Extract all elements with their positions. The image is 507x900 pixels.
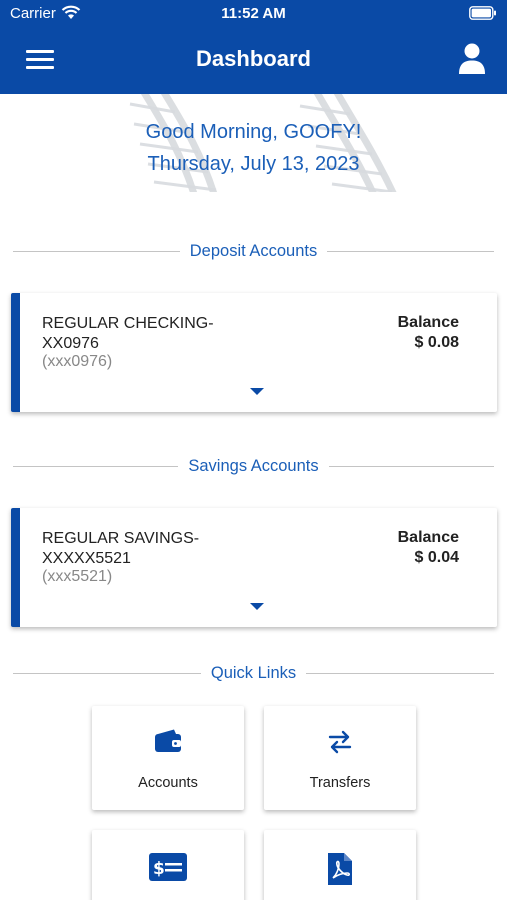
app-header: Carrier 11:52 AM Dashboard <box>0 0 507 94</box>
account-name: REGULAR CHECKING- XX0976 <box>42 315 214 352</box>
greeting-banner: Good Morning, GOOFY! Thursday, July 13, … <box>0 94 507 192</box>
battery-icon <box>469 6 496 20</box>
expand-caret-icon[interactable] <box>245 598 269 614</box>
tile-label: Accounts <box>138 775 198 791</box>
savings-accounts-heading: Savings Accounts <box>13 456 494 476</box>
balance-label: Balance <box>397 314 459 331</box>
greeting-date: Thursday, July 13, 2023 <box>147 153 360 175</box>
quick-link-checks[interactable]: $ <box>92 830 244 900</box>
savings-account-card[interactable]: REGULAR SAVINGS- XXXXX5521 (xxx5521) Bal… <box>11 508 497 627</box>
balance-value: $ 0.04 <box>414 549 459 566</box>
section-title: Deposit Accounts <box>179 241 328 261</box>
status-time: 11:52 AM <box>221 5 286 22</box>
expand-caret-icon[interactable] <box>245 383 269 399</box>
greeting-message: Good Morning, GOOFY! <box>145 121 362 143</box>
transfer-arrows-icon <box>328 730 352 754</box>
quick-link-statements[interactable] <box>264 830 416 900</box>
page-title: Dashboard <box>196 46 311 71</box>
pdf-document-icon <box>328 853 352 885</box>
account-number-mask: (xxx5521) <box>42 568 113 585</box>
account-number-mask: (xxx0976) <box>42 353 113 370</box>
deposit-accounts-heading: Deposit Accounts <box>13 241 494 261</box>
greeting-text: Good Morning, GOOFY! Thursday, July 13, … <box>0 116 507 180</box>
quick-link-transfers[interactable]: Transfers <box>264 706 416 810</box>
svg-text:$: $ <box>153 859 165 879</box>
account-name: REGULAR SAVINGS- XXXXX5521 <box>42 530 200 567</box>
check-icon: $ <box>149 853 187 881</box>
quick-link-accounts[interactable]: Accounts <box>92 706 244 810</box>
status-bar: Carrier 11:52 AM <box>0 0 507 28</box>
section-title: Quick Links <box>200 663 307 683</box>
section-title: Savings Accounts <box>178 456 329 476</box>
balance-value: $ 0.08 <box>414 334 459 351</box>
checking-account-card[interactable]: REGULAR CHECKING- XX0976 (xxx0976) Balan… <box>11 293 497 412</box>
nav-bar: Dashboard <box>0 28 507 94</box>
user-icon[interactable] <box>457 42 487 76</box>
quick-links-heading: Quick Links <box>13 663 494 683</box>
tile-label: Transfers <box>309 775 371 791</box>
balance-label: Balance <box>397 529 459 546</box>
wallet-icon <box>155 729 181 752</box>
